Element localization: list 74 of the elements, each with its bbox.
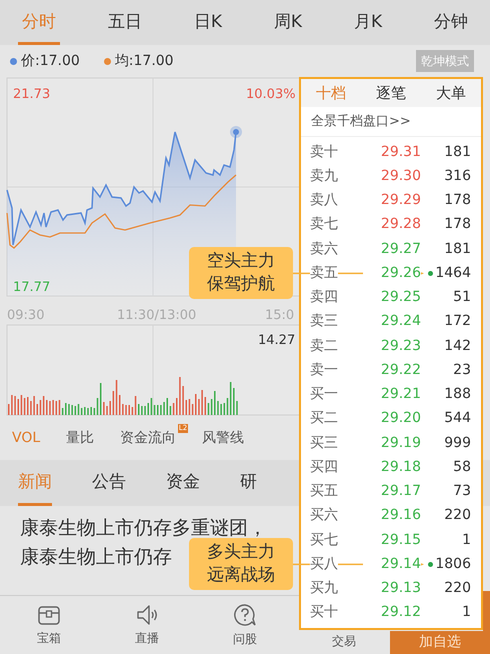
level-name: 买五 [310, 483, 338, 500]
change-percent-label: 10.03% [246, 86, 296, 104]
level-volume: 178 [444, 215, 471, 234]
button-background [483, 591, 490, 631]
level-volume: 58 [453, 458, 471, 477]
time-label: 09:30 [7, 307, 44, 325]
level-volume: 1 [462, 603, 471, 622]
level-volume: 1464 [435, 264, 471, 283]
level-name: 买四 [310, 458, 338, 475]
level-name: 卖二 [310, 338, 338, 354]
level-volume: 142 [444, 336, 471, 356]
question-icon [233, 602, 257, 626]
volume-max-label: 14.27 [258, 332, 296, 350]
period-tab[interactable]: 分钟 [428, 0, 474, 45]
high-price-label: 21.73 [13, 86, 50, 104]
level-volume: 188 [444, 385, 471, 404]
level-name: 卖三 [310, 313, 338, 330]
level-volume: 73 [453, 482, 471, 502]
news-tab[interactable]: 资金 [164, 460, 202, 506]
nav-button[interactable]: 直播 [98, 596, 196, 654]
news-headline[interactable]: 康泰生物上市仍存 [20, 543, 172, 572]
level-name: 买八 [310, 556, 338, 572]
level-name: 卖七 [310, 216, 338, 232]
period-tab[interactable]: 周K [268, 0, 308, 45]
order-book-tab[interactable]: 逐笔 [361, 82, 421, 104]
period-tab[interactable]: 五日 [102, 0, 148, 45]
level-name: 买三 [310, 434, 338, 451]
news-tab[interactable]: 公告 [90, 460, 128, 506]
level-volume: 51 [453, 288, 471, 308]
level-name: 买一 [310, 386, 338, 402]
level-volume: 1 [462, 530, 471, 550]
level-name: 卖九 [310, 168, 338, 184]
level-volume: 220 [444, 506, 471, 526]
chest-icon [37, 604, 61, 626]
level-name: 卖六 [310, 240, 338, 257]
level-volume: 181 [444, 240, 471, 259]
level-name: 买十 [310, 604, 338, 620]
level-name: 卖一 [310, 362, 338, 378]
nav-button[interactable]: 交易 [295, 631, 393, 651]
time-label: 11:30/13:00 [117, 307, 196, 325]
nav-button[interactable]: 宝箱 [0, 596, 98, 654]
level-volume: 544 [444, 409, 471, 428]
level-volume: 172 [444, 312, 471, 332]
level-volume: 1806 [435, 554, 471, 574]
time-label: 15:0 [265, 307, 294, 325]
level-volume: 181 [444, 142, 471, 162]
speaker-icon [135, 604, 159, 626]
legend-label: 价:17.00 [21, 52, 80, 70]
level-name: 卖十 [310, 144, 338, 160]
level-name: 卖八 [310, 192, 338, 208]
level-volume: 316 [444, 166, 471, 186]
level-volume: 23 [453, 360, 471, 380]
current-point-icon [230, 126, 242, 138]
level-name: 卖四 [310, 289, 338, 306]
panorama-link[interactable]: 全景千档盘口>> [311, 112, 411, 132]
period-tab[interactable]: 日K [188, 0, 228, 45]
level-volume: 999 [444, 434, 471, 453]
callout-label: 空头主力 保驾护航 [189, 247, 293, 300]
level-name: 卖五 [310, 264, 338, 281]
level-volume: 178 [444, 191, 471, 210]
period-tab[interactable]: 月K [348, 0, 388, 45]
legend-label: 均:17.00 [114, 52, 174, 70]
level-name: 买七 [310, 532, 338, 548]
nav-button[interactable]: 问股 [196, 596, 294, 654]
indicator-tab[interactable]: 量比 [66, 428, 94, 448]
level-name: 买六 [310, 507, 338, 524]
level-name: 买九 [310, 580, 338, 596]
indicator-tab[interactable]: 风警线 [202, 428, 244, 448]
level-volume: 220 [444, 579, 471, 598]
order-book-tab[interactable]: 大单 [421, 82, 481, 104]
news-tab[interactable]: 研 [238, 460, 259, 506]
callout-label: 多头主力 远离战场 [189, 538, 293, 590]
level-name: 买二 [310, 410, 338, 426]
low-price-label: 17.77 [13, 279, 50, 297]
